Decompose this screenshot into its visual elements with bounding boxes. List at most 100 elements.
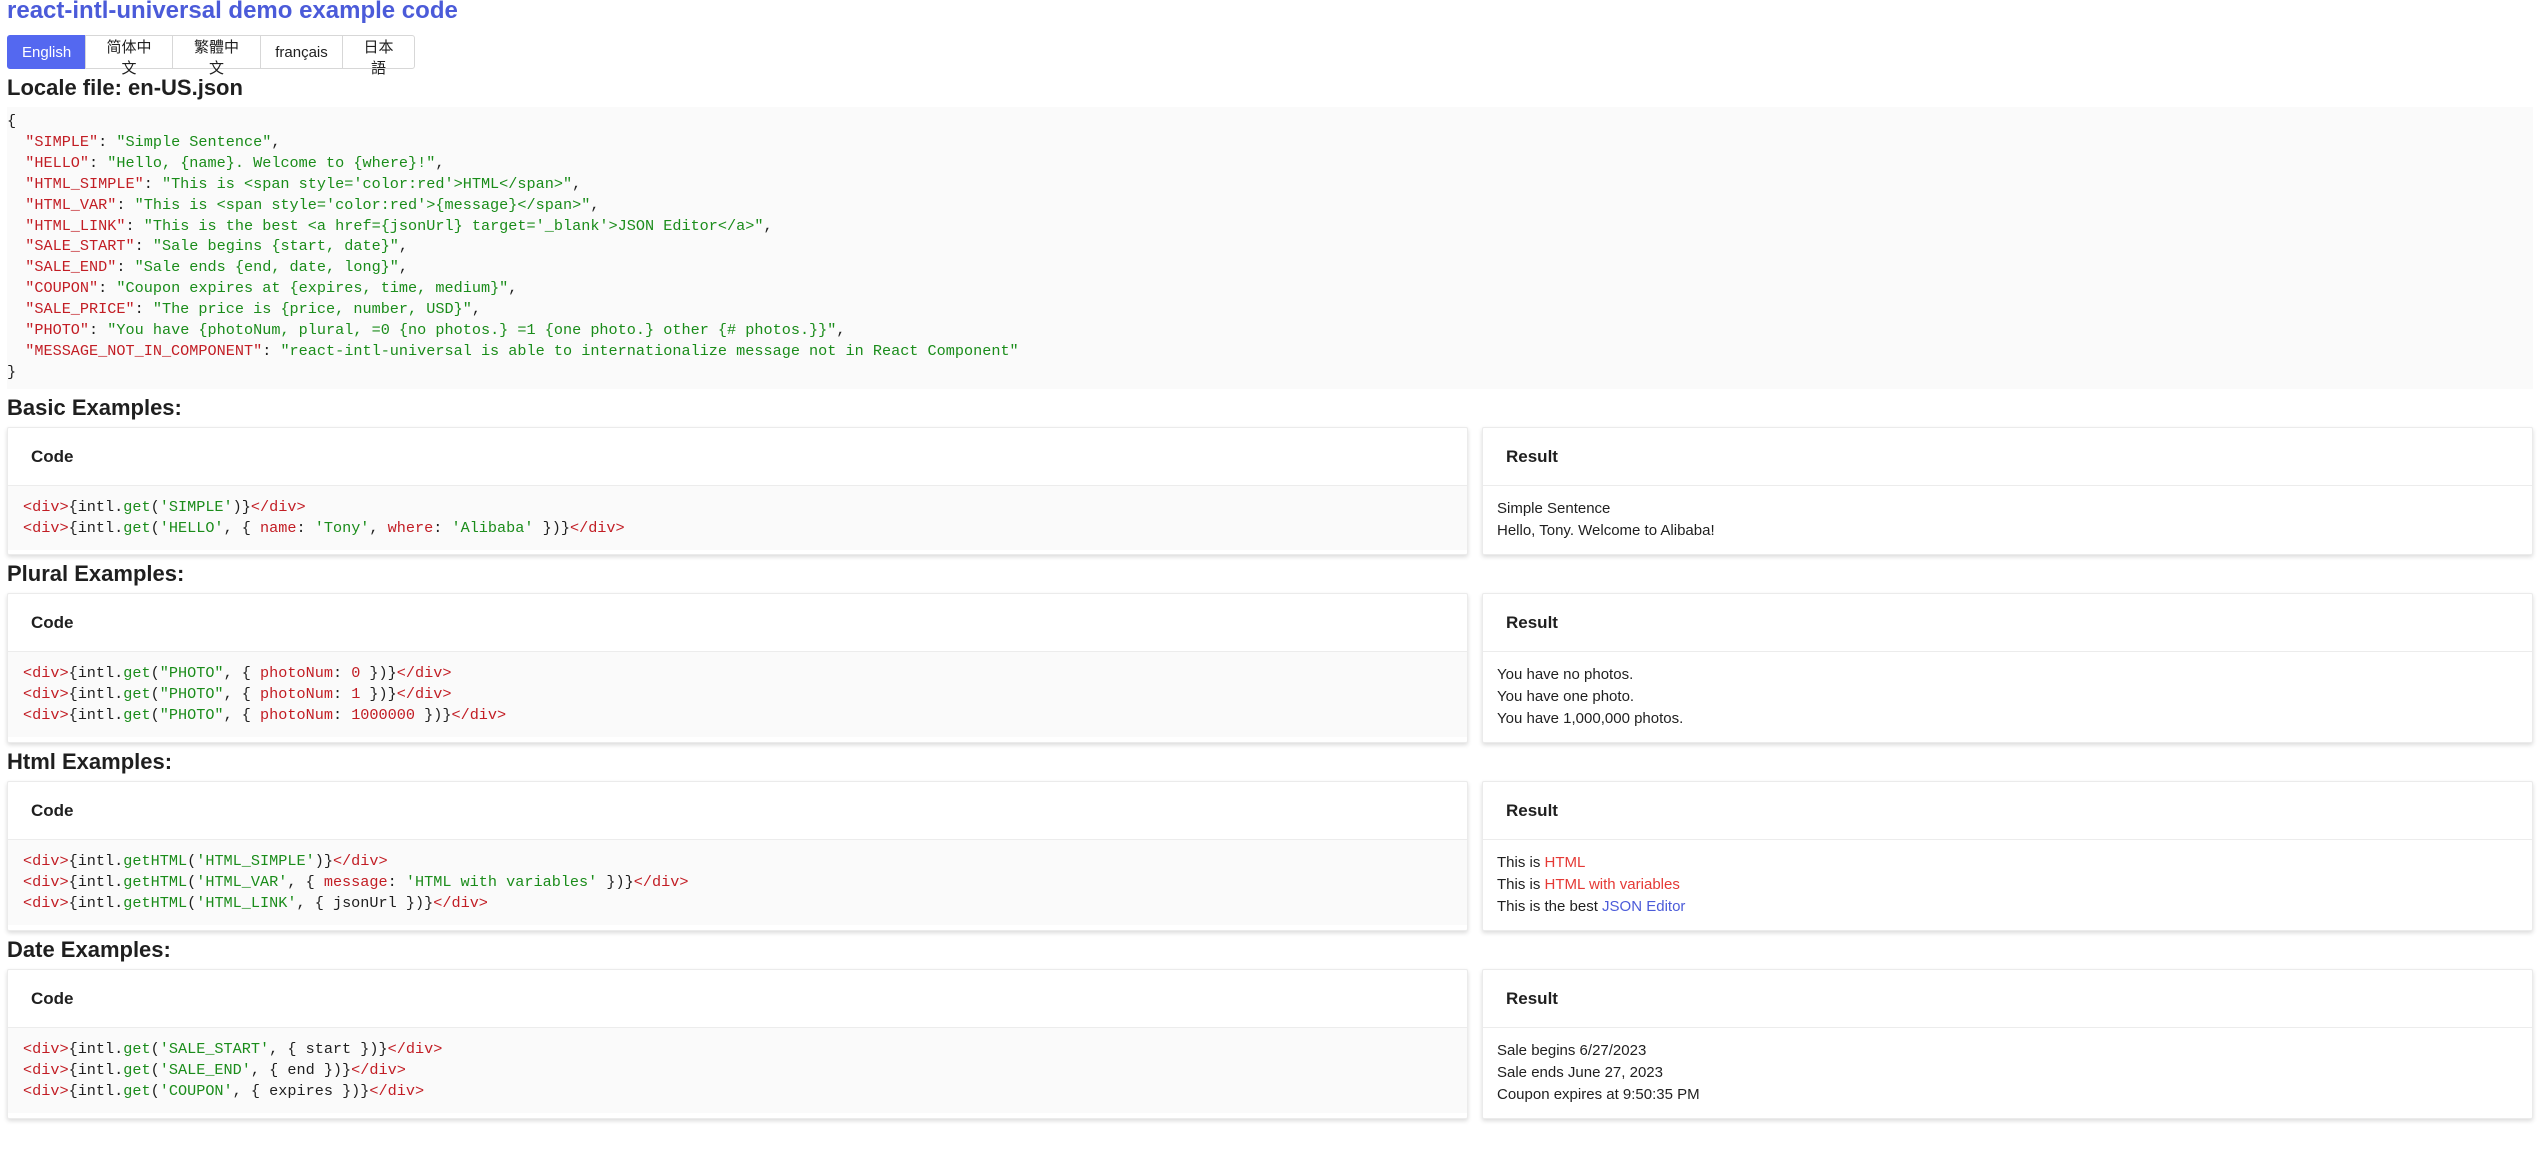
basic-examples-row: Code <div>{intl.get('SIMPLE')}</div> <di… <box>7 427 2533 555</box>
code-tag: <div> <box>23 894 69 912</box>
locale-json: { "SIMPLE": "Simple Sentence", "HELLO": … <box>7 107 2533 389</box>
code-token: {intl <box>68 664 115 682</box>
code-fn: getHTML <box>123 852 188 870</box>
code-tag: <div> <box>23 519 69 537</box>
card-header: Result <box>1483 428 2532 486</box>
code-identifier: end <box>287 1061 315 1079</box>
code-fn: get <box>123 1040 151 1058</box>
code-string: 'Alibaba' <box>451 519 534 537</box>
code-number: 1 <box>351 685 361 703</box>
code-line: <div>{intl.get('SIMPLE')}</div> <box>23 498 306 516</box>
date-result-card: Result Sale begins 6/27/2023 Sale ends J… <box>1482 969 2533 1119</box>
code-fn: get <box>123 498 151 516</box>
code-token: })} <box>415 706 452 724</box>
result-line: This is HTML with variables <box>1497 874 2518 896</box>
code-string: 'HTML with variables' <box>405 873 598 891</box>
locale-entry: "SIMPLE": "Simple Sentence", <box>25 132 281 151</box>
code-token: })} <box>360 685 397 703</box>
result-line: You have one photo. <box>1497 688 1635 705</box>
basic-result-card: Result Simple Sentence Hello, Tony. Welc… <box>1482 427 2533 555</box>
code-token: . <box>114 894 124 912</box>
lang-button-french[interactable]: français <box>260 35 343 69</box>
code-token: })} <box>351 1040 388 1058</box>
code-token: , { <box>287 873 324 891</box>
html-examples-heading: Html Examples: <box>7 749 173 774</box>
code-string: 'HTML_SIMPLE' <box>196 852 315 870</box>
locale-key: "HTML_VAR" <box>25 195 117 214</box>
locale-key: "SALE_START" <box>25 237 135 256</box>
basic-examples-heading: Basic Examples: <box>7 395 182 420</box>
code-token: , { <box>269 1040 306 1058</box>
lang-button-simplified-chinese[interactable]: 简体中文 <box>85 35 173 77</box>
language-switcher: English 简体中文 繁體中文 français 日本語 <box>7 35 2533 77</box>
code-string: 'SALE_END' <box>159 1061 251 1079</box>
code-token: {intl <box>68 1040 115 1058</box>
result-text: This is the best <box>1497 898 1603 915</box>
code-tag: <div> <box>23 685 69 703</box>
locale-value: "Coupon expires at {expires, time, mediu… <box>116 279 509 298</box>
code-block: <div>{intl.get('SALE_START', { start })}… <box>8 1028 1467 1113</box>
locale-key: "PHOTO" <box>25 321 90 340</box>
code-line: <div>{intl.get('COUPON', { expires })}</… <box>23 1082 425 1100</box>
code-tag: <div> <box>23 498 69 516</box>
code-tag: <div> <box>23 873 69 891</box>
locale-key: "HTML_LINK" <box>25 216 126 235</box>
code-token: . <box>114 685 124 703</box>
code-string: "PHOTO" <box>159 685 224 703</box>
code-token: {intl <box>68 1082 115 1100</box>
locale-key: "HELLO" <box>25 153 90 172</box>
locale-value: "Sale begins {start, date}" <box>152 237 399 256</box>
code-string: "PHOTO" <box>159 664 224 682</box>
code-token: . <box>114 519 124 537</box>
locale-close-brace: } <box>7 362 17 381</box>
code-tag: </div> <box>396 664 452 682</box>
result-line: Simple Sentence <box>1497 500 1611 517</box>
code-tag: </div> <box>369 1082 425 1100</box>
code-identifier: jsonUrl <box>332 894 397 912</box>
code-line: <div>{intl.getHTML('HTML_LINK', { jsonUr… <box>23 894 488 912</box>
lang-button-japanese[interactable]: 日本語 <box>342 35 415 77</box>
code-token: {intl <box>68 706 115 724</box>
card-header: Code <box>8 782 1467 840</box>
code-token: })} <box>396 894 434 912</box>
code-token: })} <box>314 1061 352 1079</box>
locale-value: "Hello, {name}. Welcome to {where}!" <box>107 153 436 172</box>
code-token: . <box>114 1061 124 1079</box>
json-editor-link[interactable]: JSON Editor <box>1602 898 1685 915</box>
code-token: {intl <box>68 852 115 870</box>
locale-entry: "COUPON": "Coupon expires at {expires, t… <box>25 279 518 298</box>
code-token: {intl <box>68 1061 115 1079</box>
code-token: , { <box>223 706 261 724</box>
code-line: <div>{intl.get("PHOTO", { photoNum: 0 })… <box>23 664 452 682</box>
card-header: Code <box>8 428 1467 486</box>
locale-value: "The price is {price, number, USD}" <box>152 300 472 319</box>
result-text: This is <box>1497 876 1545 893</box>
code-block: <div>{intl.get('SIMPLE')}</div> <div>{in… <box>8 486 1467 550</box>
code-number: 1000000 <box>351 706 415 724</box>
date-examples-heading: Date Examples: <box>7 937 171 962</box>
lang-button-traditional-chinese[interactable]: 繁體中文 <box>172 35 261 77</box>
code-tag: <div> <box>23 664 69 682</box>
code-key: name <box>260 519 297 537</box>
code-tag: <div> <box>23 1040 69 1058</box>
code-block: <div>{intl.getHTML('HTML_SIMPLE')}</div>… <box>8 840 1467 925</box>
code-token: . <box>114 498 124 516</box>
code-token: )} <box>232 498 251 516</box>
code-token: {intl <box>68 685 115 703</box>
code-fn: get <box>123 706 151 724</box>
lang-button-english[interactable]: English <box>7 35 86 69</box>
locale-entry: "SALE_PRICE": "The price is {price, numb… <box>25 300 481 319</box>
code-tag: </div> <box>569 519 625 537</box>
card-header: Code <box>8 594 1467 652</box>
code-fn: get <box>123 685 151 703</box>
code-fn: get <box>123 519 151 537</box>
code-token: )} <box>314 852 333 870</box>
code-number: 0 <box>351 664 361 682</box>
code-fn: get <box>123 1061 151 1079</box>
code-line: <div>{intl.get('HELLO', { name: 'Tony', … <box>23 519 625 537</box>
date-code-card: Code <div>{intl.get('SALE_START', { star… <box>7 969 1468 1119</box>
code-tag: <div> <box>23 1082 69 1100</box>
result-text: This is <box>1497 854 1545 871</box>
date-examples-row: Code <div>{intl.get('SALE_START', { star… <box>7 969 2533 1119</box>
page-title: react-intl-universal demo example code <box>7 0 458 24</box>
